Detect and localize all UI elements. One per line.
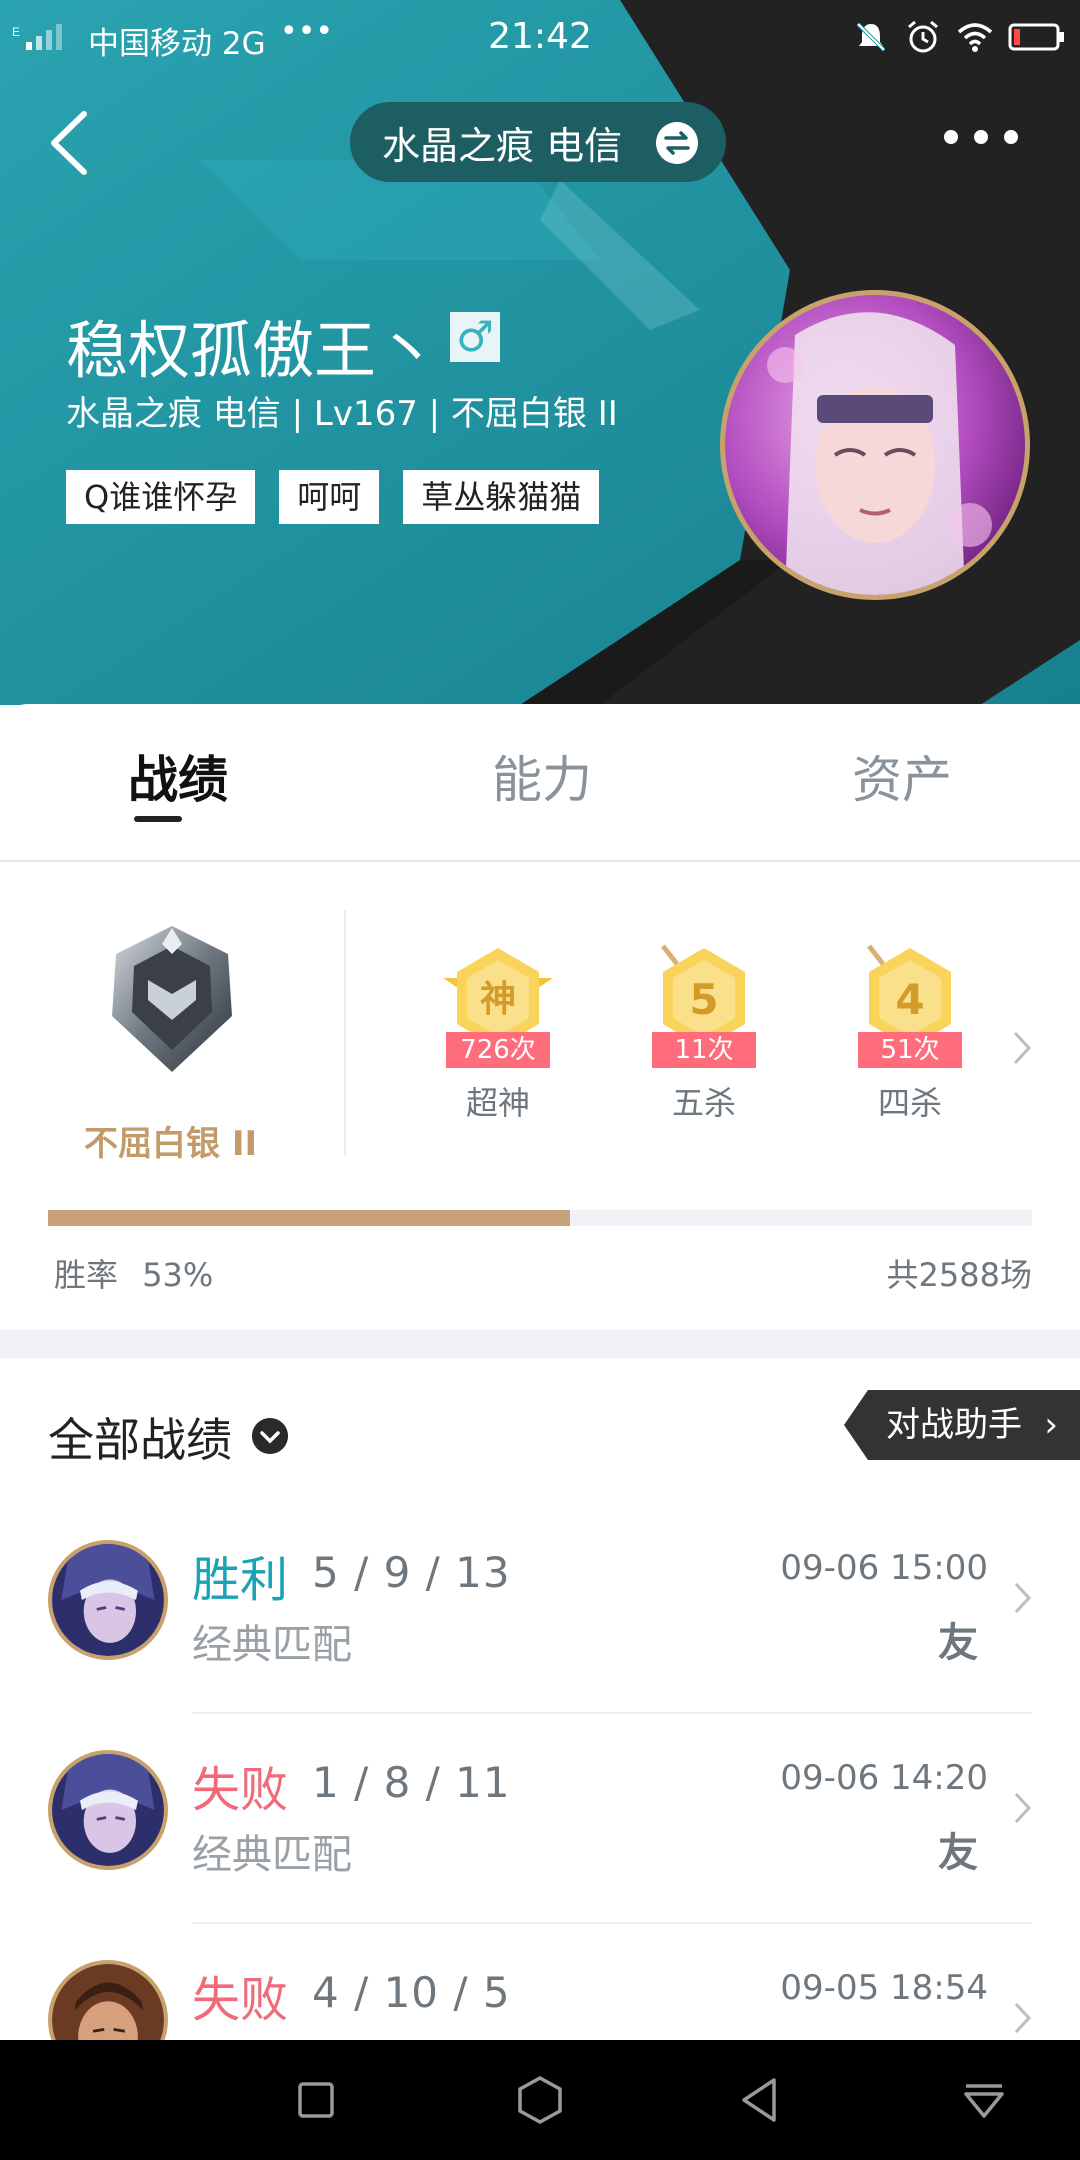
badge-symbol: 4	[895, 975, 924, 1024]
chevron-right-icon	[1014, 2002, 1032, 2034]
home-icon[interactable]	[510, 2070, 570, 2130]
friend-badge: 友	[938, 1830, 978, 1876]
chevron-right-icon[interactable]	[1010, 1028, 1034, 1068]
active-tab-indicator	[134, 816, 182, 822]
badge-count: 51次	[858, 1032, 962, 1068]
battle-assistant-button[interactable]: 对战助手 ›	[844, 1390, 1080, 1460]
chevron-right-icon	[1014, 1582, 1032, 1614]
match-result: 失败	[192, 1972, 289, 2028]
match-mode: 经典匹配	[192, 1622, 352, 1668]
swap-icon	[656, 122, 698, 164]
tab-ability[interactable]: 能力	[492, 740, 592, 812]
player-tag[interactable]: 呵呵	[279, 470, 380, 524]
chevron-right-icon	[1014, 1792, 1032, 1824]
match-kda: 4 / 10 / 5	[312, 1968, 511, 2017]
tab-record[interactable]: 战绩	[128, 740, 228, 812]
hero-avatar	[48, 1750, 168, 1870]
tab-bar: 战绩 能力 资产	[0, 704, 1080, 862]
battery-icon	[1008, 23, 1064, 51]
rank-tier-label: 不屈白银 II	[84, 1124, 258, 1164]
badge-godlike: 神 726次 超神	[428, 944, 568, 1124]
battle-assistant-label: 对战助手	[886, 1405, 1022, 1445]
system-navigation-bar	[0, 2040, 1080, 2160]
rank-summary-card[interactable]: 不屈白银 II 神 726次 超神 5 11次 五杀 4 51次 四杀 胜率 5…	[0, 864, 1080, 1334]
match-result: 失败	[192, 1762, 289, 1818]
badge-count: 11次	[652, 1032, 756, 1068]
dot-icon	[974, 130, 988, 144]
match-record-row[interactable]: 失败 1 / 8 / 11 经典匹配 09-06 14:20 友	[0, 1714, 1080, 1924]
chevron-down-icon[interactable]	[252, 1418, 288, 1454]
match-record-row[interactable]: 胜利 5 / 9 / 13 经典匹配 09-06 15:00 友	[0, 1504, 1080, 1714]
match-kda: 1 / 8 / 11	[312, 1758, 511, 1807]
server-label: 水晶之痕 电信	[382, 123, 623, 168]
match-time: 09-06 15:00	[780, 1548, 988, 1588]
player-nickname: 稳权孤傲王丶	[66, 314, 439, 387]
badge-count: 726次	[446, 1032, 550, 1068]
badge-name: 五杀	[671, 1084, 736, 1122]
player-tag[interactable]: Q谁谁怀孕	[66, 470, 256, 524]
win-rate-bar-fill	[48, 1210, 570, 1226]
badge-quadra-kill: 4 51次 四杀	[840, 944, 980, 1124]
badge-name: 超神	[465, 1084, 530, 1122]
player-tag[interactable]: 草丛躲猫猫	[403, 470, 600, 524]
win-rate-label: 胜率	[54, 1256, 119, 1294]
hero-avatar	[48, 1540, 168, 1660]
total-games: 共2588场	[886, 1256, 1032, 1294]
match-time: 09-06 14:20	[780, 1758, 988, 1798]
badge-symbol: 神	[480, 979, 516, 1020]
avatar-image	[725, 295, 1025, 595]
badge-name: 四杀	[877, 1084, 942, 1122]
win-rate-bar	[48, 1210, 1032, 1226]
section-divider	[0, 1330, 1080, 1358]
male-gender-icon: ♂	[450, 312, 500, 362]
profile-header: E 中国移动 2G ••• 21:42 水晶之痕 电信 稳权孤傲王丶 ♂ 水晶之…	[0, 0, 1080, 705]
dot-icon	[944, 130, 958, 144]
content-panel: 战绩 能力 资产 不屈白银 II 神 726次 超神 5 11次 五杀 4 51…	[0, 704, 1080, 2080]
player-tags: Q谁谁怀孕 呵呵 草丛躲猫猫	[66, 470, 600, 524]
badge-penta-kill: 5 11次 五杀	[634, 944, 774, 1124]
back-icon[interactable]	[730, 2070, 790, 2130]
win-rate: 胜率 53%	[54, 1250, 213, 1296]
player-info-line: 水晶之痕 电信 | Lv167 | 不屈白银 II	[66, 394, 618, 434]
alarm-icon	[908, 20, 938, 53]
rank-emblem-icon	[112, 926, 232, 1072]
notification-pulldown-icon[interactable]	[954, 2070, 1014, 2130]
win-rate-value: 53%	[142, 1256, 214, 1294]
divider	[344, 910, 346, 1156]
dot-icon	[1004, 130, 1018, 144]
server-switch-button[interactable]: 水晶之痕 电信	[350, 102, 726, 182]
wifi-icon	[957, 23, 993, 52]
mute-icon	[856, 22, 886, 52]
match-mode: 经典匹配	[192, 1832, 352, 1878]
match-result: 胜利	[192, 1552, 289, 1608]
badge-symbol: 5	[689, 975, 718, 1024]
status-bar: E 中国移动 2G ••• 21:42	[0, 0, 1080, 76]
player-avatar[interactable]	[720, 290, 1030, 600]
more-options-button[interactable]	[944, 130, 1018, 144]
records-filter[interactable]: 全部战绩	[48, 1404, 232, 1470]
tab-assets[interactable]: 资产	[852, 740, 952, 812]
chevron-right-icon: ›	[1044, 1405, 1058, 1445]
records-header: 全部战绩 对战助手 ›	[0, 1358, 1080, 1508]
match-time: 09-05 18:54	[780, 1968, 988, 2008]
recent-apps-icon[interactable]	[286, 2070, 346, 2130]
back-arrow-icon[interactable]	[44, 108, 94, 178]
match-kda: 5 / 9 / 13	[312, 1548, 511, 1597]
friend-badge: 友	[938, 1620, 978, 1666]
